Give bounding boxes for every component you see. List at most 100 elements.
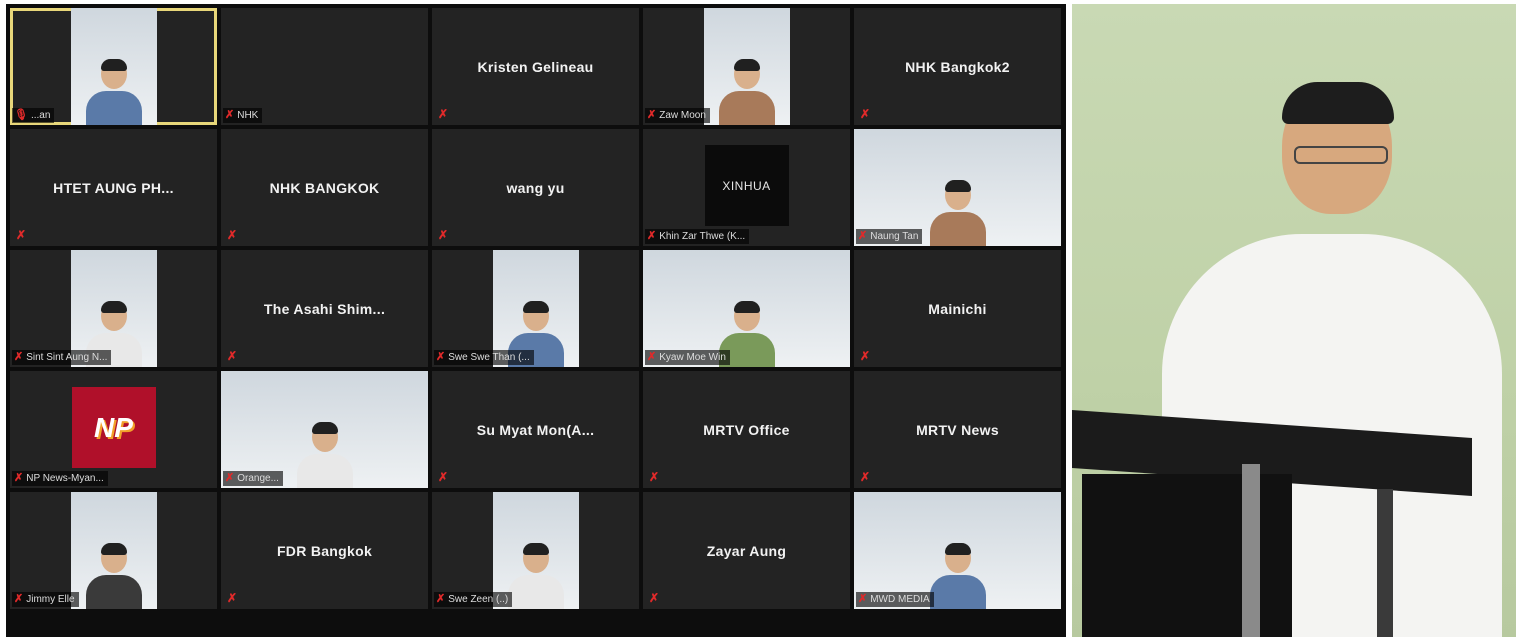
participant-tile[interactable]: MRTV Office ✗	[643, 371, 850, 488]
participant-name: NHK	[237, 110, 259, 121]
participant-name: HTET AUNG PH...	[53, 179, 174, 196]
participant-tile[interactable]: MRTV News ✗	[854, 371, 1061, 488]
muted-microphone-icon: ✗	[647, 230, 657, 242]
participant-tile[interactable]: ✗ Sint Sint Aung N...	[10, 250, 217, 367]
participant-video	[70, 8, 157, 125]
muted-microphone-icon: ✗	[14, 351, 24, 363]
participant-name: Zaw Moon	[659, 110, 706, 121]
participant-tile[interactable]: ✗ Zaw Moon	[643, 8, 850, 125]
muted-microphone-icon: ✗	[438, 228, 449, 242]
podium-leg-back	[1377, 489, 1393, 637]
participant-label: ✗ NHK	[223, 108, 263, 123]
participant-label: ✗ Jimmy Elle	[12, 592, 79, 607]
participant-name: Zayar Aung	[706, 542, 787, 559]
participant-name: ...an	[30, 110, 51, 121]
muted-microphone-icon: ✗	[436, 593, 446, 605]
speaker-glasses	[1294, 146, 1388, 164]
participant-figure	[296, 422, 353, 488]
muted-microphone-icon: ✗	[227, 349, 238, 363]
participant-tile[interactable]: ✗ Swe Zeen (..)	[432, 492, 639, 609]
participant-name: Orange...	[237, 473, 279, 484]
muted-microphone-icon: ✗	[14, 472, 24, 484]
participant-name: MWD MEDIA	[870, 594, 930, 605]
muted-microphone-icon: ✗	[225, 109, 235, 121]
participant-tile[interactable]: Kristen Gelineau ✗	[432, 8, 639, 125]
muted-microphone-icon: ✗	[647, 109, 657, 121]
participant-tile[interactable]: ✗ Kyaw Moe Win	[643, 250, 850, 367]
participant-grid: 🎙 ...an ✗ NHK Kristen Gelineau ✗ ✗ Zaw Moon NHK …	[10, 8, 1061, 609]
participant-tile[interactable]: The Asahi Shim... ✗	[221, 250, 428, 367]
participant-name: The Asahi Shim...	[263, 300, 386, 317]
podium-leg	[1242, 464, 1260, 637]
participant-label: ✗ Orange...	[223, 471, 283, 486]
participant-name: MRTV Office	[703, 421, 790, 438]
participant-name: Mainichi	[928, 300, 987, 317]
podium-body	[1082, 474, 1292, 637]
participant-name: NHK Bangkok2	[905, 58, 1010, 75]
speaker-hair	[1282, 82, 1394, 124]
participant-figure	[507, 543, 564, 609]
participant-label: ✗ Sint Sint Aung N...	[12, 350, 112, 365]
muted-microphone-icon: ✗	[227, 591, 238, 605]
participant-label: ✗ Swe Swe Than (...	[434, 350, 534, 365]
logo-text: NP	[94, 411, 133, 443]
muted-microphone-icon: ✗	[860, 470, 871, 484]
participant-tile[interactable]: ✗ MWD MEDIA	[854, 492, 1061, 609]
participant-name: MRTV News	[916, 421, 999, 438]
participant-figure	[718, 59, 775, 125]
participant-figure	[85, 543, 142, 609]
participant-name: Khin Zar Thwe (K...	[659, 231, 746, 242]
participant-video	[70, 492, 157, 609]
muted-microphone-icon: ✗	[227, 228, 238, 242]
participant-name: NHK BANGKOK	[269, 179, 380, 196]
muted-microphone-icon: ✗	[858, 593, 868, 605]
participant-tile[interactable]: Zayar Aung ✗	[643, 492, 850, 609]
participant-tile[interactable]: NHK Bangkok2 ✗	[854, 8, 1061, 125]
participant-tile[interactable]: NHK BANGKOK ✗	[221, 129, 428, 246]
participant-tile[interactable]: ✗ Orange...	[221, 371, 428, 488]
video-meeting-gallery: 🎙 ...an ✗ NHK Kristen Gelineau ✗ ✗ Zaw Moon NHK …	[6, 4, 1066, 637]
participant-tile[interactable]: FDR Bangkok ✗	[221, 492, 428, 609]
muted-microphone-icon: ✗	[225, 472, 235, 484]
muted-microphone-icon: ✗	[860, 349, 871, 363]
participant-label: ✗ Kyaw Moe Win	[645, 350, 730, 365]
participant-figure	[85, 59, 142, 125]
participant-name: Swe Zeen (..)	[448, 594, 509, 605]
participant-name: Swe Swe Than (...	[448, 352, 530, 363]
microphone-icon: 🎙	[14, 109, 28, 121]
participant-tile[interactable]: HTET AUNG PH... ✗	[10, 129, 217, 246]
participant-name: Jimmy Elle	[26, 594, 75, 605]
logo-text: XINHUA	[722, 178, 771, 193]
participant-label: ✗ NP News-Myan...	[12, 471, 108, 486]
muted-microphone-icon: ✗	[647, 351, 657, 363]
participant-name: wang yu	[506, 179, 565, 196]
participant-tile[interactable]: NP ✗ NP News-Myan...	[10, 371, 217, 488]
participant-video	[703, 8, 790, 125]
participant-label: ✗ MWD MEDIA	[856, 592, 934, 607]
participant-figure	[929, 543, 986, 609]
speaker-photo	[1072, 4, 1516, 637]
participant-name: Kristen Gelineau	[477, 58, 594, 75]
participant-label: ✗ Khin Zar Thwe (K...	[645, 229, 750, 244]
participant-name: Kyaw Moe Win	[659, 352, 726, 363]
muted-microphone-icon: ✗	[438, 470, 449, 484]
participant-label: 🎙 ...an	[12, 108, 55, 123]
participant-tile[interactable]: 🎙 ...an	[10, 8, 217, 125]
muted-microphone-icon: ✗	[436, 351, 446, 363]
participant-tile[interactable]: ✗ Swe Swe Than (...	[432, 250, 639, 367]
participant-tile[interactable]: Su Myat Mon(A... ✗	[432, 371, 639, 488]
participant-tile[interactable]: ✗ Jimmy Elle	[10, 492, 217, 609]
participant-tile[interactable]: Mainichi ✗	[854, 250, 1061, 367]
participant-video: NP	[71, 387, 156, 468]
participant-tile[interactable]: XINHUA ✗ Khin Zar Thwe (K...	[643, 129, 850, 246]
muted-microphone-icon: ✗	[14, 593, 24, 605]
participant-figure	[929, 180, 986, 246]
participant-name: Su Myat Mon(A...	[476, 421, 595, 438]
participant-tile[interactable]: ✗ Naung Tan	[854, 129, 1061, 246]
muted-microphone-icon: ✗	[438, 107, 449, 121]
muted-microphone-icon: ✗	[16, 228, 27, 242]
muted-microphone-icon: ✗	[860, 107, 871, 121]
participant-tile[interactable]: ✗ NHK	[221, 8, 428, 125]
participant-name: Naung Tan	[870, 231, 919, 242]
participant-tile[interactable]: wang yu ✗	[432, 129, 639, 246]
